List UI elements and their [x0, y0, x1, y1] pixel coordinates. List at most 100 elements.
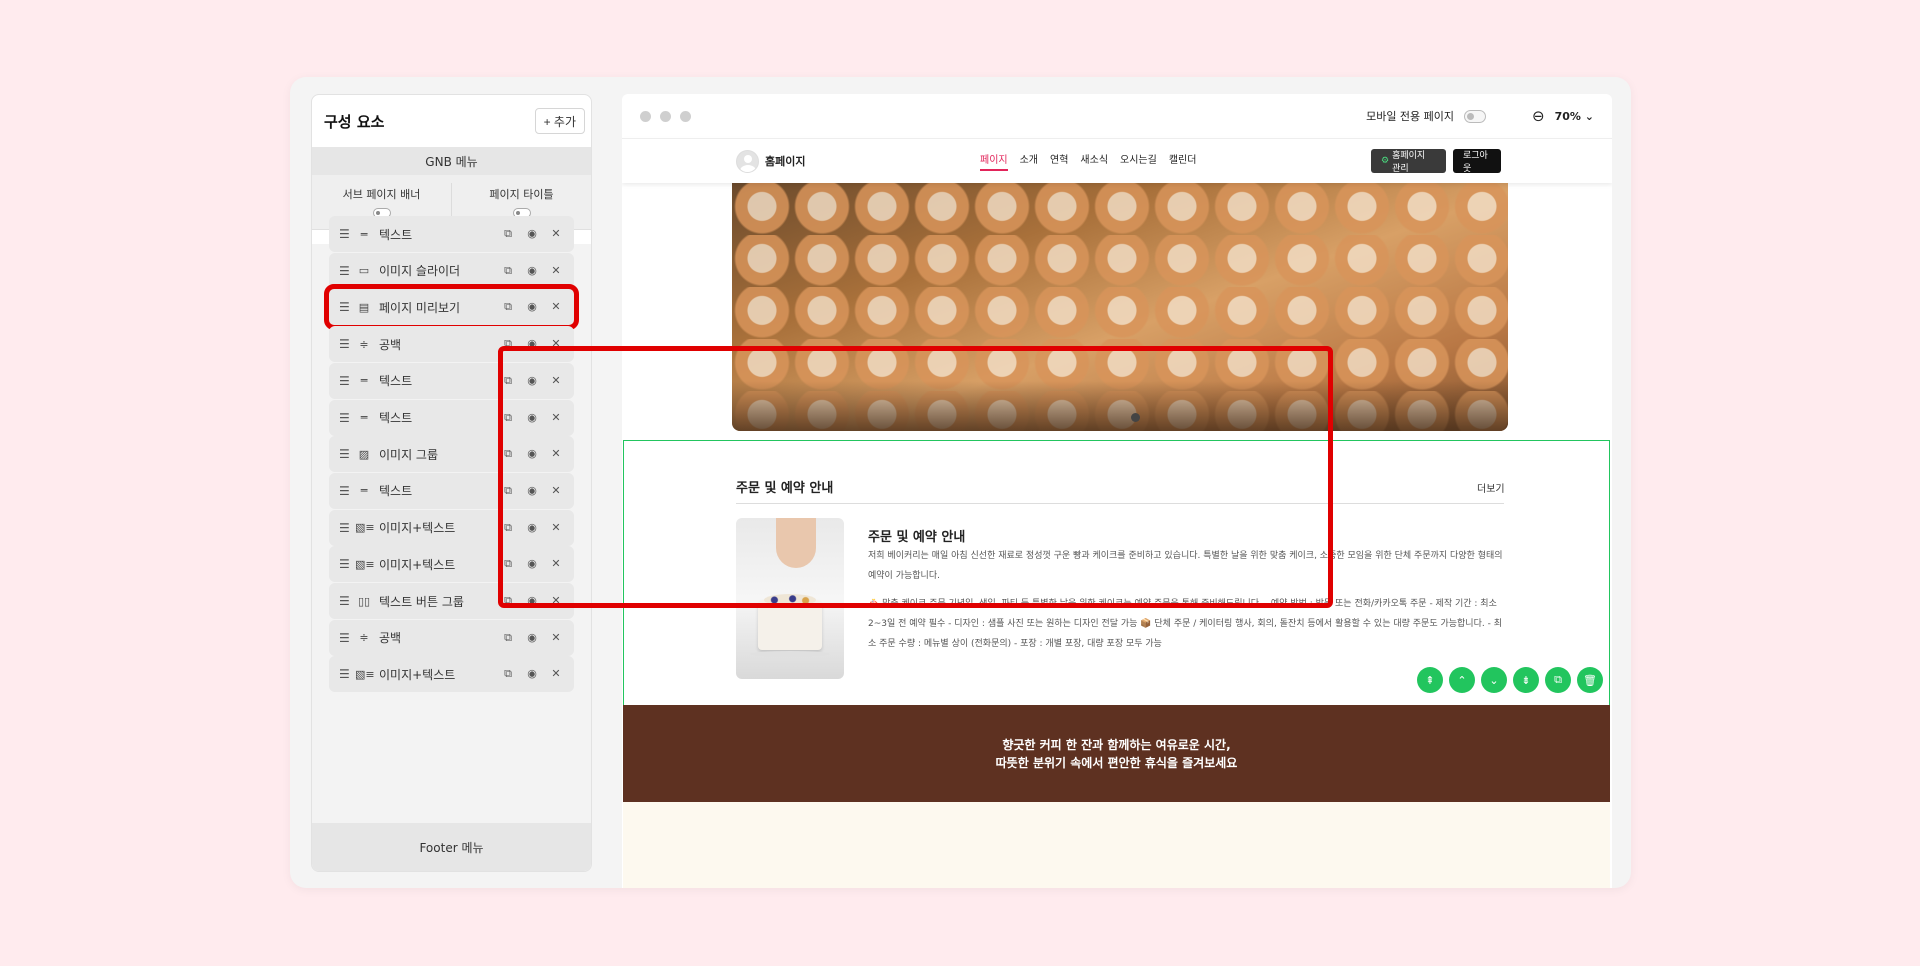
site-menu-item[interactable]: 캘린더 [1169, 151, 1197, 171]
component-item[interactable]: ☰ ═ 텍스트 ⧉ ◉ ✕ [329, 399, 574, 436]
site-menu-item[interactable]: 연혁 [1050, 151, 1068, 171]
component-item[interactable]: ☰ ═ 텍스트 ⧉ ◉ ✕ [329, 362, 574, 399]
drag-handle-icon[interactable]: ☰ [339, 411, 355, 425]
site-menu: 페이지 소개 연혁 새소식 오시는길 캘린더 [980, 151, 1196, 171]
close-icon[interactable]: ✕ [548, 337, 564, 351]
zoom-select[interactable]: 70% ⌄ [1555, 110, 1594, 123]
move-down-icon[interactable]: ⌄ [1481, 667, 1507, 693]
close-icon[interactable]: ✕ [548, 594, 564, 608]
component-item[interactable]: ☰ ≑ 공백 ⧉ ◉ ✕ [329, 326, 574, 363]
site-menu-item[interactable]: 새소식 [1080, 151, 1108, 171]
site-menu-item[interactable]: 페이지 [980, 151, 1008, 171]
components-panel: 구성 요소 + 추가 GNB 메뉴 서브 페이지 배너 페이지 타이틀 ☰ ═ 텍스… [311, 94, 592, 872]
eye-icon[interactable]: ◉ [524, 337, 540, 351]
close-icon[interactable]: ✕ [548, 227, 564, 241]
duplicate-icon[interactable]: ⧉ [500, 557, 516, 571]
site-menu-item[interactable]: 오시는길 [1120, 151, 1157, 171]
component-item[interactable]: ☰ ≑ 공백 ⧉ ◉ ✕ [329, 619, 574, 656]
drag-handle-icon[interactable]: ☰ [339, 447, 355, 461]
close-icon[interactable]: ✕ [548, 631, 564, 645]
close-icon[interactable]: ✕ [548, 447, 564, 461]
site-logo[interactable]: 홈페이지 [736, 149, 805, 173]
copy-icon[interactable]: ⧉ [1545, 667, 1571, 693]
cake-thumbnail[interactable] [736, 518, 844, 679]
logout-button[interactable]: 로그아웃 [1453, 149, 1501, 174]
drag-handle-icon[interactable]: ☰ [339, 667, 355, 681]
zoom-out-icon[interactable]: ⊖ [1532, 107, 1545, 125]
component-label: 이미지+텍스트 [379, 667, 456, 682]
component-item[interactable]: ☰ ▧≡ 이미지+텍스트 ⧉ ◉ ✕ [329, 656, 574, 693]
text-icon: ═ [360, 374, 368, 388]
page-preview: 모바일 전용 페이지 ⊖ 70% ⌄ 홈페이지 페이지 소개 연혁 새소식 오시는길 캘린… [622, 94, 1612, 888]
move-up-icon[interactable]: ⌃ [1449, 667, 1475, 693]
drag-handle-icon[interactable]: ☰ [339, 484, 355, 498]
duplicate-icon[interactable]: ⧉ [500, 667, 516, 681]
close-icon[interactable]: ✕ [548, 667, 564, 681]
move-top-icon[interactable]: ⇞ [1417, 667, 1443, 693]
duplicate-icon[interactable]: ⧉ [500, 484, 516, 498]
eye-icon[interactable]: ◉ [524, 484, 540, 498]
site-menu-item[interactable]: 소개 [1020, 151, 1038, 171]
eye-icon[interactable]: ◉ [524, 227, 540, 241]
drag-handle-icon[interactable]: ☰ [339, 631, 355, 645]
move-bottom-icon[interactable]: ⇟ [1513, 667, 1539, 693]
component-label: 텍스트 [379, 411, 413, 425]
article-paragraph-1: 저희 베이커리는 매일 아침 신선한 재료로 정성껏 구운 빵과 케이크를 준비… [868, 551, 1503, 581]
footer-menu-bar[interactable]: Footer 메뉴 [312, 823, 591, 871]
duplicate-icon[interactable]: ⧉ [500, 631, 516, 645]
component-item[interactable]: ☰ ═ 텍스트 ⧉ ◉ ✕ [329, 472, 574, 509]
eye-icon[interactable]: ◉ [524, 264, 540, 278]
image-slider[interactable] [732, 183, 1508, 431]
drag-handle-icon[interactable]: ☰ [339, 594, 355, 608]
duplicate-icon[interactable]: ⧉ [500, 447, 516, 461]
duplicate-icon[interactable]: ⧉ [500, 227, 516, 241]
eye-icon[interactable]: ◉ [524, 521, 540, 535]
drag-handle-icon[interactable]: ☰ [339, 300, 355, 314]
component-item[interactable]: ☰ ▤ 페이지 미리보기 ⧉ ◉ ✕ [324, 284, 579, 331]
homepage-manage-button[interactable]: ⚙ 홈페이지 관리 [1371, 149, 1446, 174]
eye-icon[interactable]: ◉ [524, 447, 540, 461]
eye-icon[interactable]: ◉ [524, 594, 540, 608]
eye-icon[interactable]: ◉ [524, 667, 540, 681]
mobile-only-switch[interactable] [1464, 109, 1487, 123]
banner-line-1: 향긋한 커피 한 잔과 함께하는 여유로운 시간, [1002, 737, 1231, 752]
eye-icon[interactable]: ◉ [524, 374, 540, 388]
drag-handle-icon[interactable]: ☰ [339, 337, 355, 351]
duplicate-icon[interactable]: ⧉ [500, 264, 516, 278]
component-item[interactable]: ☰ ▭ 이미지 슬라이더 ⧉ ◉ ✕ [329, 252, 574, 289]
component-item[interactable]: ☰ ▧≡ 이미지+텍스트 ⧉ ◉ ✕ [329, 546, 574, 583]
trash-icon[interactable]: 🗑 [1577, 667, 1603, 693]
eye-icon[interactable]: ◉ [524, 557, 540, 571]
preview-icon: ▤ [358, 300, 370, 314]
component-item[interactable]: ☰ ▯▯ 텍스트 버튼 그룹 ⧉ ◉ ✕ [329, 583, 574, 619]
duplicate-icon[interactable]: ⧉ [500, 594, 516, 608]
editor-frame: 구성 요소 + 추가 GNB 메뉴 서브 페이지 배너 페이지 타이틀 ☰ ═ 텍스… [290, 77, 1631, 888]
component-item[interactable]: ☰ ▨ 이미지 그룹 ⧉ ◉ ✕ [329, 436, 574, 473]
drag-handle-icon[interactable]: ☰ [339, 264, 355, 278]
duplicate-icon[interactable]: ⧉ [500, 300, 516, 314]
close-icon[interactable]: ✕ [548, 411, 564, 425]
duplicate-icon[interactable]: ⧉ [500, 374, 516, 388]
close-icon[interactable]: ✕ [548, 264, 564, 278]
image-text-icon: ▧≡ [355, 557, 375, 571]
duplicate-icon[interactable]: ⧉ [500, 337, 516, 351]
drag-handle-icon[interactable]: ☰ [339, 521, 355, 535]
slider-dot[interactable] [1131, 413, 1140, 422]
component-item[interactable]: ☰ ▧≡ 이미지+텍스트 ⧉ ◉ ✕ [329, 509, 574, 546]
close-icon[interactable]: ✕ [548, 557, 564, 571]
component-item[interactable]: ☰ ═ 텍스트 ⧉ ◉ ✕ [329, 216, 574, 252]
drag-handle-icon[interactable]: ☰ [339, 374, 355, 388]
eye-icon[interactable]: ◉ [524, 411, 540, 425]
drag-handle-icon[interactable]: ☰ [339, 227, 355, 241]
duplicate-icon[interactable]: ⧉ [500, 411, 516, 425]
close-icon[interactable]: ✕ [548, 300, 564, 314]
duplicate-icon[interactable]: ⧉ [500, 521, 516, 535]
close-icon[interactable]: ✕ [548, 484, 564, 498]
eye-icon[interactable]: ◉ [524, 300, 540, 314]
drag-handle-icon[interactable]: ☰ [339, 557, 355, 571]
more-link[interactable]: 더보기 [1477, 480, 1505, 495]
eye-icon[interactable]: ◉ [524, 631, 540, 645]
article-title[interactable]: 주문 및 예약 안내 [868, 526, 965, 545]
close-icon[interactable]: ✕ [548, 521, 564, 535]
close-icon[interactable]: ✕ [548, 374, 564, 388]
